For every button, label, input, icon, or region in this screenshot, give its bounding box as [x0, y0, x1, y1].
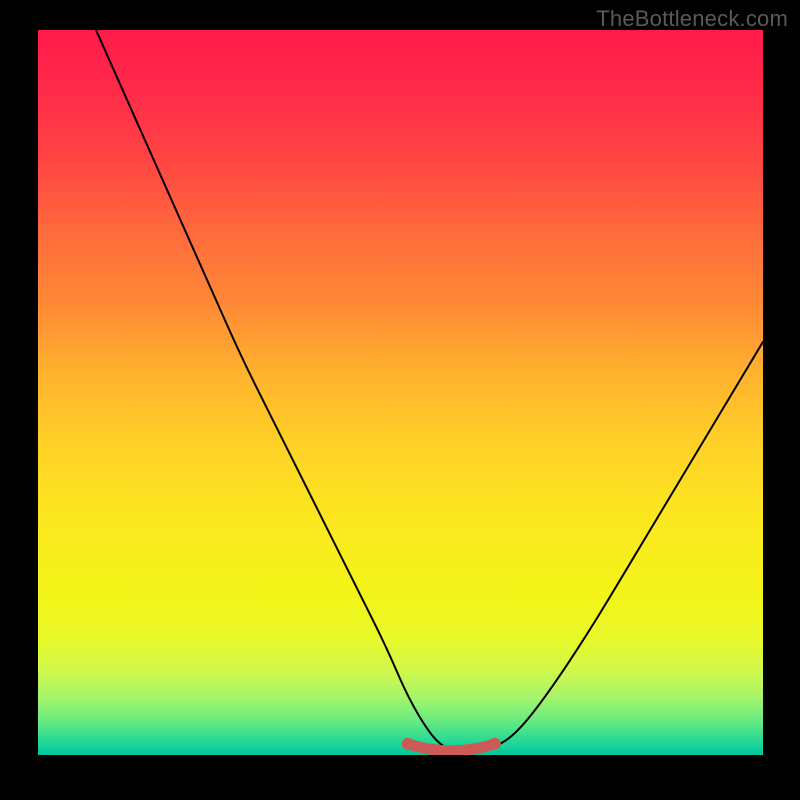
chart-frame: TheBottleneck.com [0, 0, 800, 800]
bottleneck-curve [96, 30, 763, 751]
highlight-dot-left [402, 738, 414, 750]
plot-area [38, 30, 763, 755]
attribution-text: TheBottleneck.com [596, 6, 788, 32]
highlight-dot-right [489, 738, 501, 750]
optimal-range-highlight [408, 744, 495, 751]
curve-layer [38, 30, 763, 755]
